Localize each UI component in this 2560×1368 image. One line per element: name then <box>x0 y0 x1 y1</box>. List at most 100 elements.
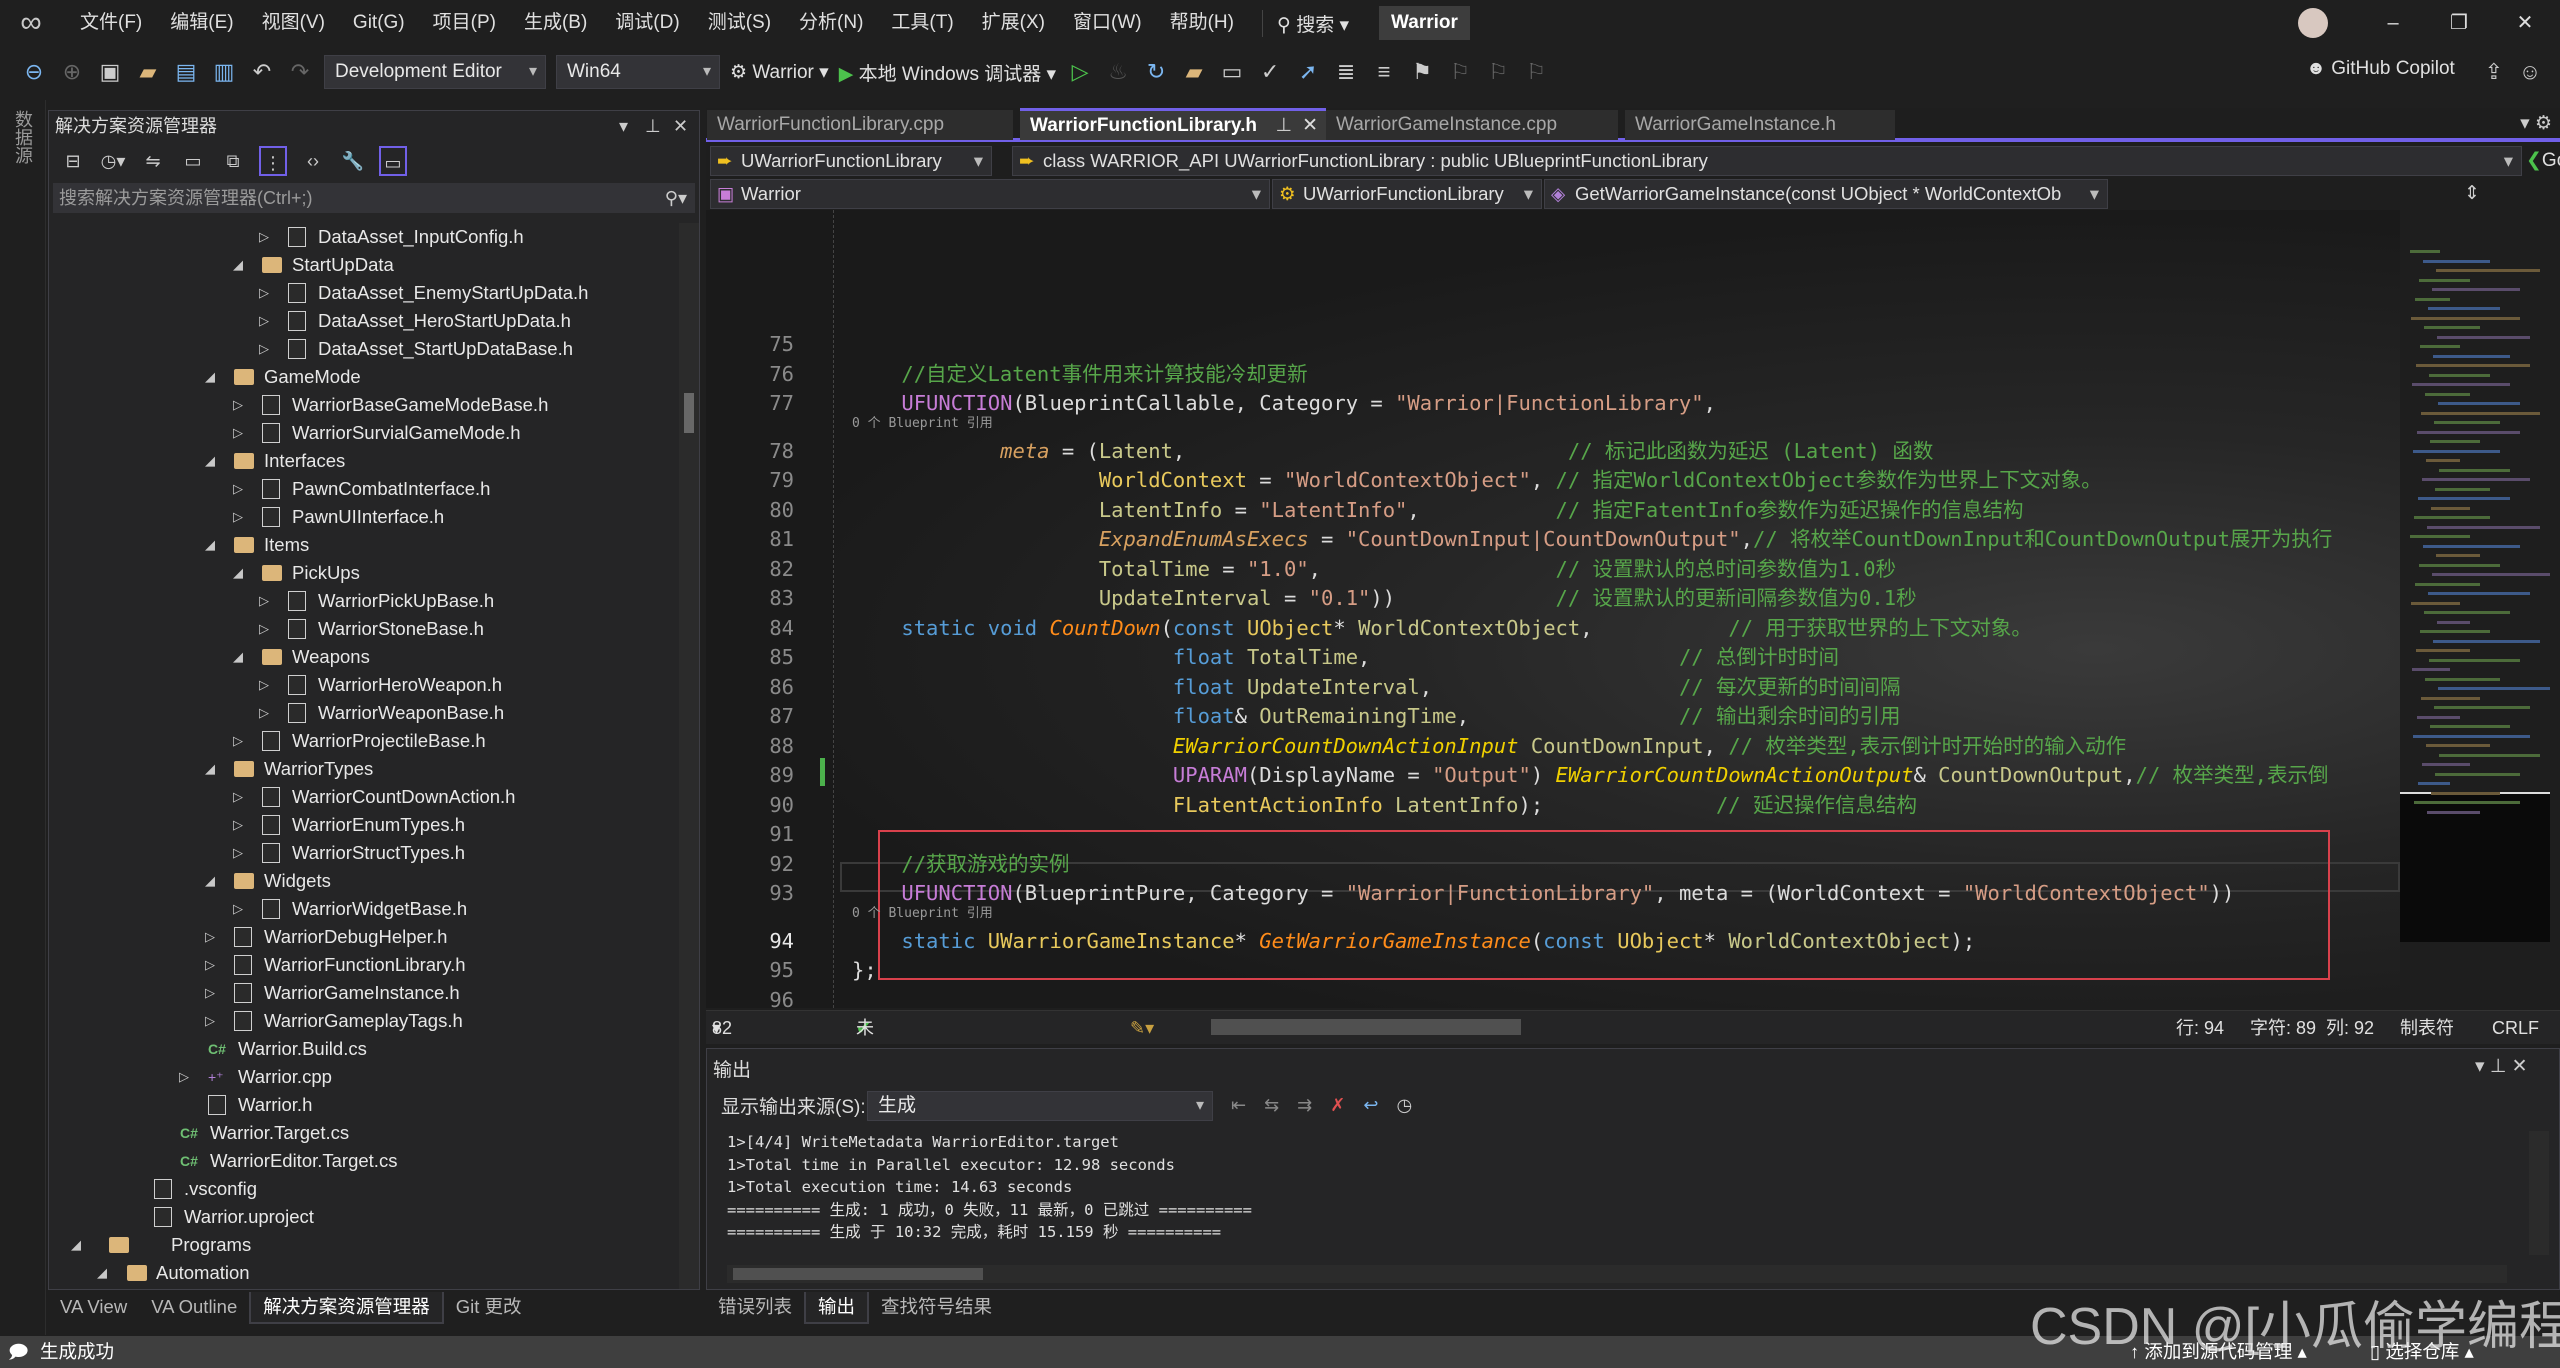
minimap-scrollbar[interactable] <box>2400 210 2560 1008</box>
comment-icon[interactable]: ≣ <box>1332 58 1360 86</box>
code-area[interactable]: 75 76 //自定义Latent事件用来计算技能冷却更新 77 UFUNCTION… <box>706 210 2400 1008</box>
tree-item[interactable]: ▷ WarriorStoneBase.h <box>49 615 679 643</box>
bookmark-icon[interactable]: ⚑ <box>1408 58 1436 86</box>
pin-icon[interactable]: ⊥ <box>645 111 661 141</box>
data-source-tab[interactable]: 数据源 <box>10 110 36 164</box>
redo-icon[interactable]: ↷ <box>286 58 314 86</box>
tree-item[interactable]: ▷ WarriorCountDownAction.h <box>49 783 679 811</box>
expanded-arrow-icon[interactable]: ◢ <box>205 867 215 895</box>
menu-item[interactable]: 帮助(H) <box>1156 0 1248 46</box>
tree-item[interactable]: .vsconfig <box>49 1175 679 1203</box>
scrollbar-thumb[interactable] <box>684 393 694 433</box>
startup-project-button[interactable]: ⚙ Warrior ▾ <box>730 61 829 84</box>
panel-menu-icon[interactable]: ▾ <box>619 111 628 141</box>
tab-1[interactable]: VA Outline <box>139 1292 249 1324</box>
menu-item[interactable]: 分析(N) <box>785 0 877 46</box>
tree-item[interactable]: ▷ WarriorGameInstance.h <box>49 979 679 1007</box>
tree-item[interactable]: ▷ WarriorFunctionLibrary.h <box>49 951 679 979</box>
member-dropdown[interactable]: ◈ GetWarriorGameInstance(const UObject * … <box>1544 179 2108 209</box>
account-icon[interactable]: ☺ <box>2516 58 2544 86</box>
tree-item[interactable]: ▷ DataAsset_EnemyStartUpData.h <box>49 279 679 307</box>
hot-reload-icon[interactable]: ♨ <box>1104 58 1132 86</box>
output-tab[interactable]: 查找符号结果 <box>869 1292 1004 1324</box>
menu-item[interactable]: 文件(F) <box>66 0 156 46</box>
open-folder-icon[interactable]: ▰ <box>134 58 162 86</box>
editor-tab[interactable]: WarriorFunctionLibrary.h ⊥ ✕ <box>1020 108 1326 140</box>
collapse-all-icon[interactable]: ▭ <box>179 146 207 176</box>
word-wrap-icon[interactable]: ↩ <box>1363 1095 1396 1115</box>
menu-item[interactable]: 测试(S) <box>694 0 785 46</box>
tree-item[interactable]: ▷ DataAsset_StartUpDataBase.h <box>49 335 679 363</box>
tab-0[interactable]: VA View <box>48 1292 139 1324</box>
class-dropdown[interactable]: ➨ class WARRIOR_API UWarriorFunctionLibra… <box>1012 146 2522 176</box>
collapsed-arrow-icon[interactable]: ▷ <box>233 783 243 811</box>
back-icon[interactable]: ⊖ <box>20 58 48 86</box>
tree-item[interactable]: ▷ DataAsset_InputConfig.h <box>49 223 679 251</box>
tree-item[interactable]: ◢ PickUps <box>49 559 679 587</box>
split-editor-icon[interactable]: ⇕ <box>2464 182 2480 205</box>
start-debugger-button[interactable]: ▶ 本地 Windows 调试器 ▾ <box>839 59 1056 86</box>
tree-item[interactable]: ◢ Automation <box>49 1259 679 1287</box>
notification-icon[interactable]: 🗩 <box>8 1336 29 1368</box>
output-toolbar-icons[interactable]: ⇤⇆⇉✗↩◷ <box>1231 1095 1430 1116</box>
output-source-dropdown[interactable]: 生成 <box>867 1091 1213 1121</box>
tree-item[interactable]: ▷ WarriorProjectileBase.h <box>49 727 679 755</box>
horizontal-scrollbar[interactable] <box>1211 1019 1521 1035</box>
expanded-arrow-icon[interactable]: ◢ <box>205 531 215 559</box>
output-vertical-scrollbar[interactable] <box>2529 1131 2549 1255</box>
filter-icon[interactable]: ⋮ <box>259 146 287 176</box>
collapsed-arrow-icon[interactable]: ▷ <box>259 615 269 643</box>
properties-icon[interactable]: 🔧 <box>339 146 367 176</box>
spellcheck-icon[interactable]: ✓ <box>1256 58 1284 86</box>
menu-item[interactable]: 项目(P) <box>419 0 510 46</box>
github-copilot-button[interactable]: ☻ GitHub Copilot <box>2306 58 2455 80</box>
close-icon[interactable]: ✕ <box>1302 111 1318 141</box>
search-button[interactable]: ⚲ 搜索 ▾ <box>1261 9 1363 37</box>
tree-item[interactable]: ▷ WarriorDebugHelper.h <box>49 923 679 951</box>
avatar[interactable] <box>2298 8 2328 38</box>
tree-item[interactable]: ◢ Weapons <box>49 643 679 671</box>
collapsed-arrow-icon[interactable]: ▷ <box>179 1063 189 1091</box>
collapsed-arrow-icon[interactable]: ▷ <box>233 895 243 923</box>
menu-item[interactable]: 调试(D) <box>601 0 693 46</box>
pin-icon[interactable]: ⊥ <box>1275 111 1292 141</box>
cleanup-icon[interactable]: ✎▾ <box>1130 1011 1154 1045</box>
collapsed-arrow-icon[interactable]: ▷ <box>259 223 269 251</box>
tree-item[interactable]: ▷ WarriorStructTypes.h <box>49 839 679 867</box>
start-without-debug-icon[interactable]: ▷ <box>1066 58 1094 86</box>
tab-overflow-icon[interactable]: ▾ ⚙ <box>2520 112 2552 135</box>
eol-indicator[interactable]: CRLF <box>2492 1011 2539 1045</box>
collapsed-arrow-icon[interactable]: ▷ <box>233 503 243 531</box>
tab-2[interactable]: 解决方案资源管理器 <box>249 1292 444 1324</box>
tree-item[interactable]: Warrior.uproject <box>49 1203 679 1231</box>
forward-icon[interactable]: ⊕ <box>58 58 86 86</box>
restore-button[interactable]: ❐ <box>2426 0 2492 46</box>
tree-item[interactable]: ◢ StartUpData <box>49 251 679 279</box>
tree-item[interactable]: ▷ WarriorSurvialGameMode.h <box>49 419 679 447</box>
zoom-dropdown[interactable]: 82 % ▾ <box>712 1011 732 1072</box>
expanded-arrow-icon[interactable]: ◢ <box>205 447 215 475</box>
preview-icon[interactable]: ▭ <box>379 146 407 176</box>
scope-dropdown[interactable]: ➨ UWarriorFunctionLibrary <box>710 146 992 176</box>
tree-item[interactable]: ◢ Widgets <box>49 867 679 895</box>
collapsed-arrow-icon[interactable]: ▷ <box>233 727 243 755</box>
tree-item[interactable]: C# Warrior.Build.cs <box>49 1035 679 1063</box>
menu-item[interactable]: Git(G) <box>339 0 419 46</box>
new-project-icon[interactable]: ▣ <box>96 58 124 86</box>
collapsed-arrow-icon[interactable]: ▷ <box>205 951 215 979</box>
collapsed-arrow-icon[interactable]: ▷ <box>233 391 243 419</box>
expanded-arrow-icon[interactable]: ◢ <box>205 363 215 391</box>
tree-item[interactable]: ▷ WarriorPickUpBase.h <box>49 587 679 615</box>
tree-item[interactable]: ▷ PawnUIInterface.h <box>49 503 679 531</box>
collapsed-arrow-icon[interactable]: ▷ <box>233 475 243 503</box>
expanded-arrow-icon[interactable]: ◢ <box>71 1231 81 1259</box>
refresh-icon[interactable]: ↻ <box>1142 58 1170 86</box>
tree-item[interactable]: ▷ WarriorWidgetBase.h <box>49 895 679 923</box>
pointer-icon[interactable]: ➚ <box>1294 58 1322 86</box>
tree-item[interactable]: ▷ PawnCombatInterface.h <box>49 475 679 503</box>
save-icon[interactable]: ▤ <box>172 58 200 86</box>
save-all-icon[interactable]: ▥ <box>210 58 238 86</box>
prev-bookmark-icon[interactable]: ⚐ <box>1446 58 1474 86</box>
tree-item[interactable]: ▷ WarriorHeroWeapon.h <box>49 671 679 699</box>
tree-item[interactable]: Warrior.h <box>49 1091 679 1119</box>
